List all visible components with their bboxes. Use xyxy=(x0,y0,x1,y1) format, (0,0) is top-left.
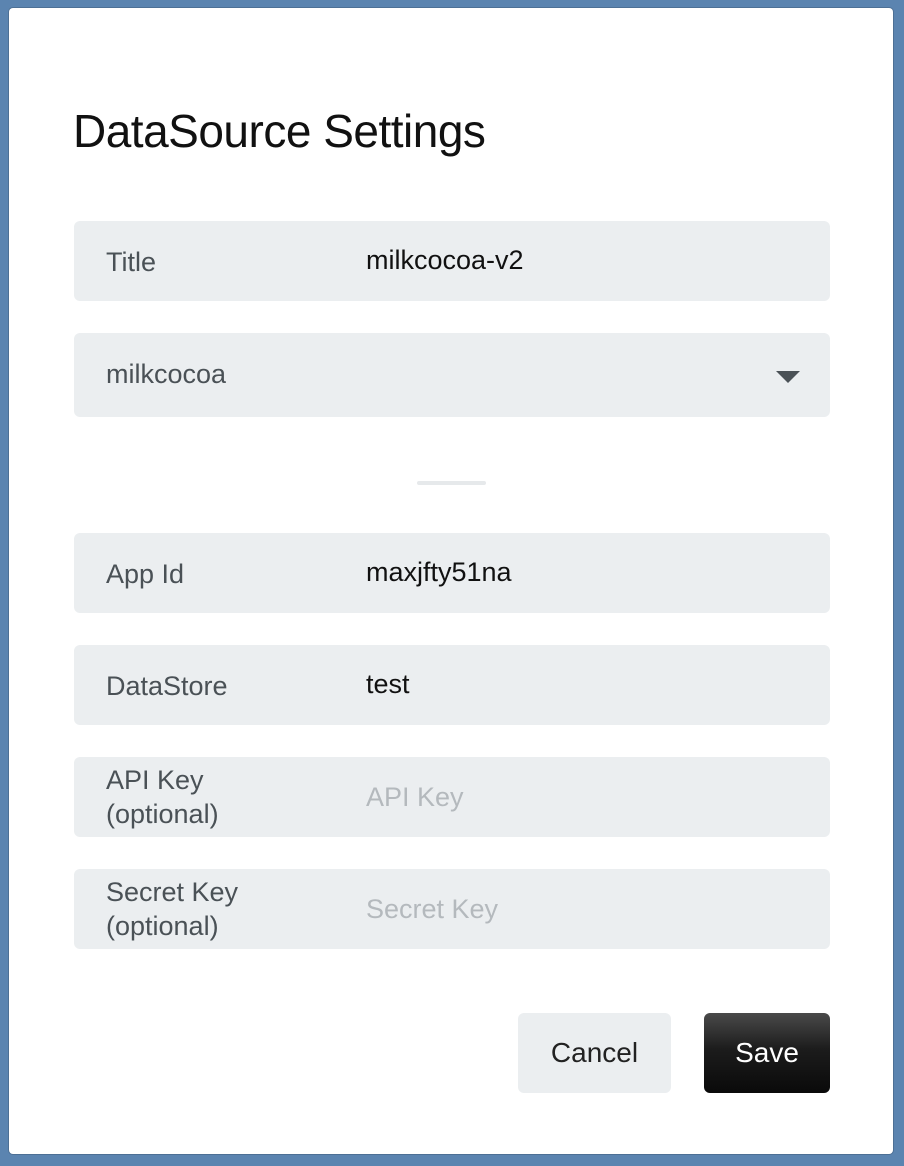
app-id-label: App Id xyxy=(106,559,185,589)
secret-key-label: Secret Key (optional) xyxy=(106,875,238,943)
datastore-label: DataStore xyxy=(106,671,228,701)
secret-key-label-line1: Secret Key xyxy=(106,877,239,907)
secret-key-input[interactable] xyxy=(366,892,806,926)
title-label: Title xyxy=(106,247,157,277)
secret-key-field: Secret Key (optional) xyxy=(74,869,830,949)
datasource-type-value: milkcocoa xyxy=(106,359,227,389)
title-field: Title xyxy=(74,221,830,301)
datastore-field: DataStore xyxy=(74,645,830,725)
app-id-input[interactable] xyxy=(366,555,806,589)
datastore-input[interactable] xyxy=(366,667,806,701)
secret-key-label-line2: (optional) xyxy=(106,911,219,941)
cancel-button[interactable]: Cancel xyxy=(518,1013,671,1093)
dialog-title: DataSource Settings xyxy=(73,105,486,157)
datasource-type-select[interactable]: milkcocoa xyxy=(74,333,830,417)
api-key-input[interactable] xyxy=(366,780,806,814)
datasource-settings-dialog: DataSource Settings Title milkcocoa App … xyxy=(9,8,893,1154)
api-key-label: API Key (optional) xyxy=(106,763,219,831)
save-button[interactable]: Save xyxy=(704,1013,830,1093)
title-input[interactable] xyxy=(366,243,806,277)
api-key-label-line2: (optional) xyxy=(106,799,219,829)
chevron-down-icon xyxy=(776,371,800,383)
section-divider xyxy=(417,481,486,485)
app-id-field: App Id xyxy=(74,533,830,613)
api-key-label-line1: API Key xyxy=(106,765,204,795)
api-key-field: API Key (optional) xyxy=(74,757,830,837)
